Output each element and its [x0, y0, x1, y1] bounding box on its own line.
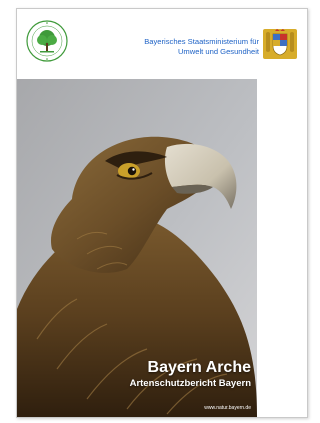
- ministry-line-2: Umwelt und Gesundheit: [177, 47, 259, 56]
- cover-url[interactable]: www.natur.bayern.de: [204, 405, 251, 411]
- document-cover: Bayerisches Staatsministerium für Umwelt…: [16, 8, 308, 418]
- cover-title: Bayern Arche: [147, 359, 251, 376]
- ministry-name: Bayerisches Staatsministerium für Umwelt…: [144, 37, 259, 57]
- tree-logo-icon: [26, 20, 68, 62]
- bavarian-crest-icon: [263, 29, 297, 59]
- right-margin-strip: [257, 79, 307, 417]
- cover-header: Bayerisches Staatsministerium für Umwelt…: [17, 9, 307, 75]
- cover-subtitle: Artenschutzbericht Bayern: [129, 378, 251, 389]
- ministry-line-1: Bayerisches Staatsministerium für: [144, 37, 259, 46]
- eagle-photo: Bayern Arche Artenschutzbericht Bayern w…: [17, 79, 257, 417]
